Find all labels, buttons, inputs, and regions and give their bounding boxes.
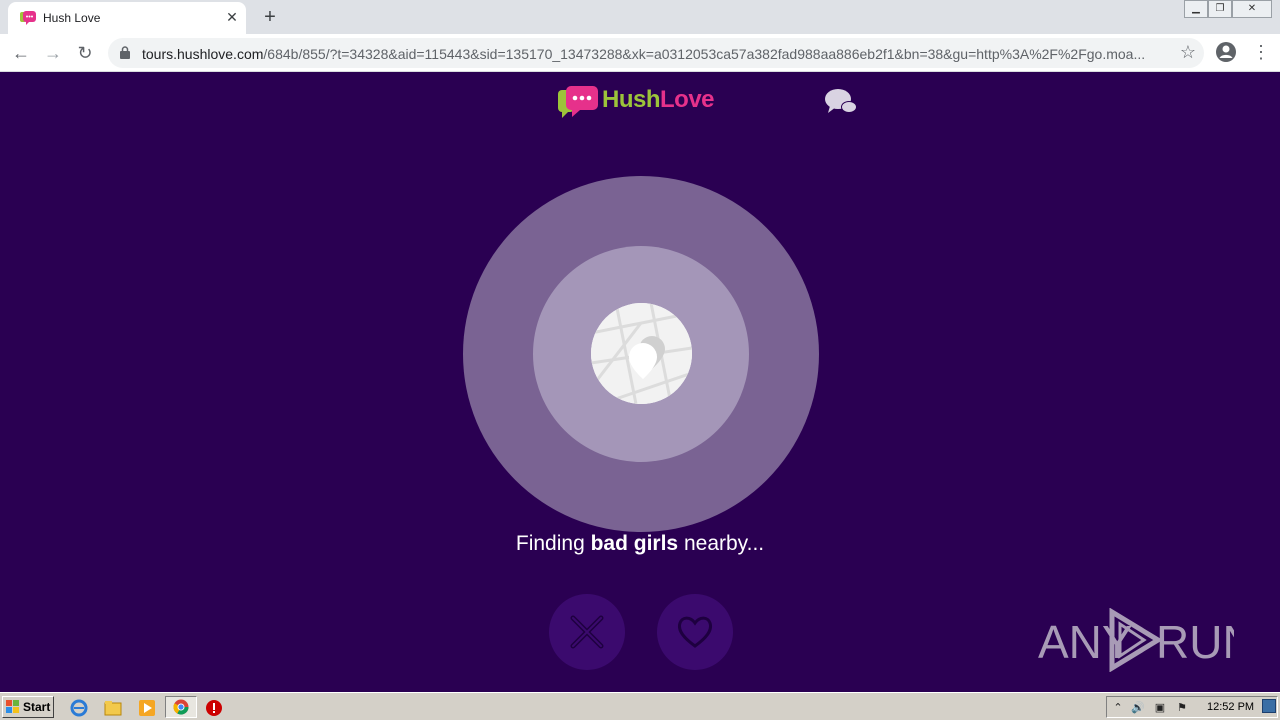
stop-icon[interactable] [205, 699, 223, 717]
logo-mark-icon [558, 86, 598, 118]
media-player-icon[interactable] [138, 699, 156, 717]
address-bar[interactable]: tours.hushlove.com/684b/855/?t=34328&aid… [108, 38, 1204, 68]
reject-button[interactable] [549, 594, 625, 670]
watermark-any: ANY [1038, 616, 1133, 668]
flag-icon[interactable]: ⚑ [1175, 701, 1189, 715]
logo-love: Love [660, 86, 715, 113]
chrome-taskbar-button[interactable] [165, 696, 197, 718]
x-icon [570, 615, 604, 649]
network-icon[interactable]: ▣ [1153, 701, 1167, 715]
finding-bold: bad girls [590, 532, 679, 555]
show-desktop-icon[interactable] [1262, 699, 1276, 713]
kebab-menu-icon[interactable]: ⋮ [1252, 40, 1270, 64]
browser-toolbar: ← → ↻ tours.hushlove.com/684b/855/?t=343… [0, 34, 1280, 72]
forward-arrow-icon[interactable]: → [40, 40, 66, 66]
star-icon[interactable]: ☆ [1180, 42, 1196, 63]
finding-status-text: Finding bad girls nearby... [0, 532, 1280, 556]
watermark-run: RUN [1156, 616, 1234, 668]
tray-expand-icon[interactable]: ⌃ [1111, 701, 1125, 715]
plus-icon[interactable]: + [258, 5, 282, 29]
page-content: HushLove Finding bad girls nearby... ANY… [0, 72, 1280, 692]
volume-icon[interactable]: 🔊 [1131, 701, 1145, 715]
ie-icon[interactable] [70, 699, 88, 717]
start-button[interactable]: Start [2, 696, 54, 718]
start-label: Start [23, 700, 51, 714]
logo-hush: Hush [602, 86, 661, 113]
minimize-button[interactable]: ▁ [1184, 0, 1208, 18]
restore-button[interactable]: ❐ [1208, 0, 1232, 18]
like-button[interactable] [657, 594, 733, 670]
anyrun-watermark: ANY RUN [1038, 608, 1234, 672]
reload-icon[interactable]: ↻ [72, 40, 98, 66]
system-tray: ⌃ 🔊 ▣ ⚑ 12:52 PM [1106, 696, 1278, 718]
radar-map [591, 303, 692, 404]
hushlove-favicon [20, 11, 36, 25]
url-host: tours.hushlove.com [142, 46, 264, 62]
windows-flag-icon [6, 700, 19, 713]
tab-strip: Hush Love ✕ + ▁ ❐ ✕ [0, 0, 1280, 34]
lock-icon [120, 46, 130, 59]
close-icon[interactable]: ✕ [224, 9, 240, 25]
tab-hush-love[interactable]: Hush Love ✕ [8, 2, 246, 34]
folder-icon[interactable] [104, 699, 122, 717]
logo-text: HushLove [602, 86, 715, 114]
back-arrow-icon[interactable]: ← [8, 40, 34, 66]
window-close-button[interactable]: ✕ [1232, 0, 1272, 18]
finding-prefix: Finding [515, 532, 591, 555]
chrome-icon [173, 699, 189, 715]
tab-title: Hush Love [43, 11, 101, 25]
map-tile [591, 303, 692, 404]
windows-taskbar: Start ⌃ 🔊 ▣ ⚑ 12:52 PM [0, 692, 1280, 720]
finding-suffix: nearby... [678, 532, 765, 555]
heart-icon [677, 616, 713, 648]
chat-bubbles-icon[interactable] [824, 88, 858, 116]
url-text: tours.hushlove.com/684b/855/?t=34328&aid… [142, 46, 1162, 62]
url-path: /684b/855/?t=34328&aid=115443&sid=135170… [263, 46, 1146, 62]
clock[interactable]: 12:52 PM [1207, 701, 1254, 713]
profile-icon[interactable] [1214, 40, 1238, 64]
